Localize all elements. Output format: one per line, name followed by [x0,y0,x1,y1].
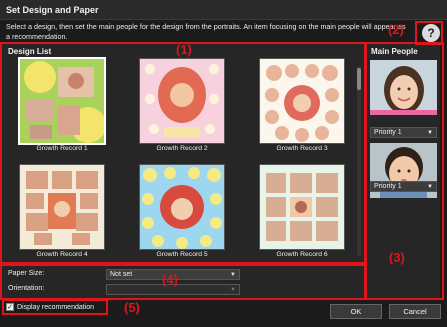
instructions-text: Select a design, then set the main peopl… [6,22,406,41]
callout-box-recommendation [2,299,108,315]
cancel-button[interactable]: Cancel [389,304,441,319]
callout-box-design-list [0,42,366,264]
callout-number-3: (3) [389,250,405,265]
callout-number-1: (1) [176,42,192,57]
callout-number-5: (5) [124,300,140,315]
window-title: Set Design and Paper [0,0,447,20]
ok-button[interactable]: OK [330,304,382,319]
callout-number-4: (4) [162,272,178,287]
callout-box-paper [0,264,366,300]
callout-number-2: (2) [388,22,404,37]
